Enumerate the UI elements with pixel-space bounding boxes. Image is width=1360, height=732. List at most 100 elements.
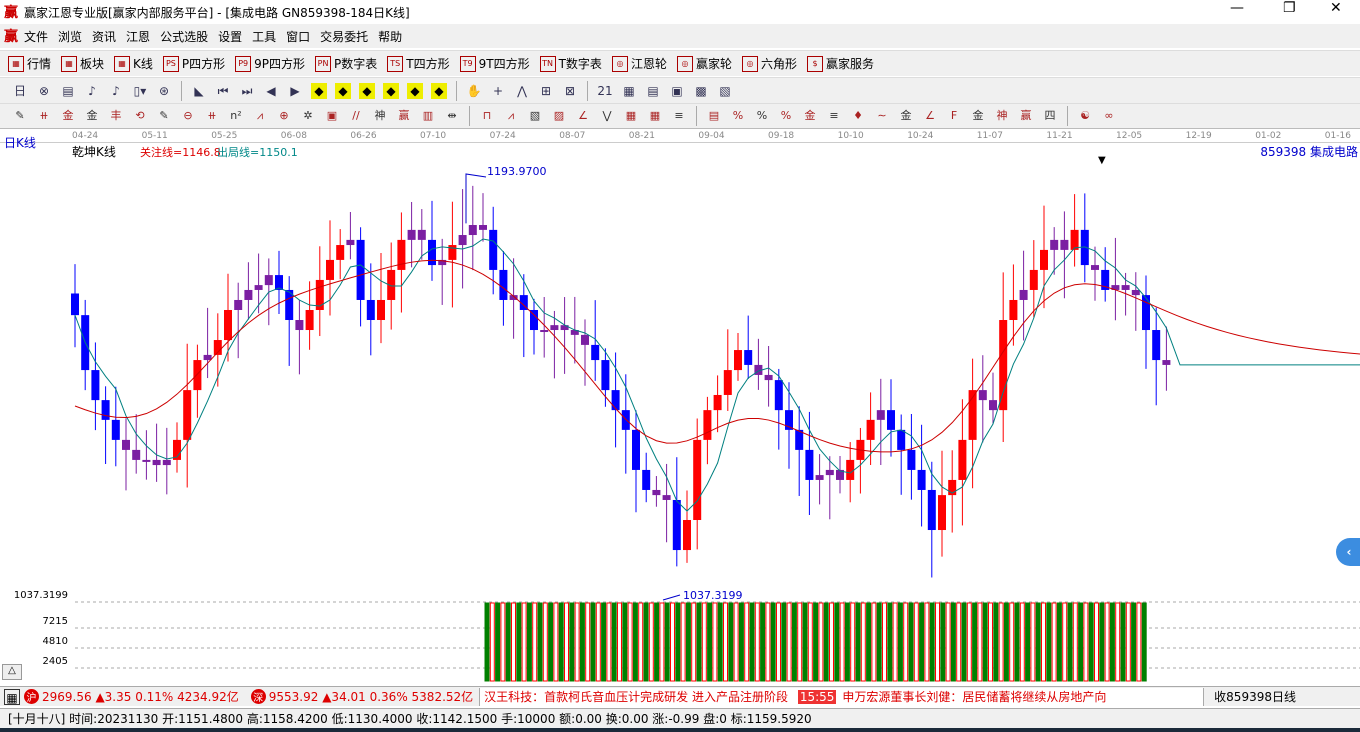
news-item[interactable]: 申万宏源董事长刘健：居民储蓄将继续从房地产向: [842, 690, 1106, 704]
draw-tool-42-icon[interactable]: 四: [1042, 108, 1058, 124]
draw-tool-13-icon[interactable]: ▣: [324, 108, 340, 124]
menu-item[interactable]: 资讯: [92, 28, 116, 45]
maximize-button[interactable]: ❐: [1283, 0, 1296, 16]
tool-13-icon[interactable]: ◆: [335, 82, 351, 99]
menu-item[interactable]: 交易委托: [320, 28, 368, 45]
tool-7-icon[interactable]: ◣: [191, 83, 207, 99]
tool-25-icon[interactable]: ▤: [645, 83, 661, 99]
draw-tool-35-icon[interactable]: ∼: [874, 108, 890, 124]
tool-12-icon[interactable]: ◆: [311, 82, 327, 99]
draw-tool-20-icon[interactable]: ⩘: [503, 108, 519, 124]
toolbar-button[interactable]: $ 赢家服务: [806, 55, 874, 72]
draw-tool-8-icon[interactable]: ⧺: [204, 108, 220, 124]
toolbar-button[interactable]: TS T四方形: [387, 55, 450, 72]
draw-tool-28-icon[interactable]: ▤: [706, 108, 722, 124]
tool-3-icon[interactable]: ♪: [84, 83, 100, 99]
draw-tool-23-icon[interactable]: ∠: [575, 108, 591, 124]
toolbar-button[interactable]: ▦ 板块: [61, 55, 104, 72]
draw-tool-39-icon[interactable]: 金: [970, 108, 986, 124]
tool-18-icon[interactable]: ✋: [466, 83, 482, 99]
draw-tool-26-icon[interactable]: ▦: [647, 108, 663, 124]
tool-22-icon[interactable]: ⊠: [562, 83, 578, 99]
tool-5-icon[interactable]: ▯▾: [132, 83, 148, 99]
draw-tool-43-icon[interactable]: ☯: [1077, 108, 1093, 124]
tool-0-icon[interactable]: 日▾: [12, 83, 28, 114]
tool-14-icon[interactable]: ◆: [359, 82, 375, 99]
draw-tool-36-icon[interactable]: 金: [898, 108, 914, 124]
collapse-panel-button[interactable]: ‹: [1336, 538, 1360, 566]
draw-tool-15-icon[interactable]: 神: [372, 108, 388, 124]
draw-tool-7-icon[interactable]: ⊖: [180, 108, 196, 124]
draw-tool-37-icon[interactable]: ∠: [922, 108, 938, 124]
draw-tool-40-icon[interactable]: 神: [994, 108, 1010, 124]
menu-item[interactable]: 浏览: [58, 28, 82, 45]
tool-20-icon[interactable]: ⋀: [514, 83, 530, 99]
news-ticker[interactable]: 汉王科技：首款柯氏音血压计完成研发 进入产品注册阶段 15:55 申万宏源董事长刘…: [479, 687, 1205, 706]
draw-tool-11-icon[interactable]: ⊕: [276, 108, 292, 124]
draw-tool-38-icon[interactable]: F: [946, 108, 962, 124]
tool-9-icon[interactable]: ⏭: [239, 83, 255, 99]
tool-6-icon[interactable]: ⊛: [156, 83, 172, 99]
draw-tool-5-icon[interactable]: ⟲: [132, 108, 148, 124]
toolbar-button[interactable]: ◎ 江恩轮: [611, 55, 667, 72]
toolbar-button[interactable]: PN P数字表: [315, 55, 377, 72]
draw-tool-1-icon[interactable]: ⧺: [36, 108, 52, 124]
draw-tool-3-icon[interactable]: 金: [84, 108, 100, 124]
tool-2-icon[interactable]: ▤: [60, 83, 76, 99]
draw-tool-12-icon[interactable]: ✲: [300, 108, 316, 124]
draw-tool-30-icon[interactable]: %: [754, 108, 770, 124]
draw-tool-14-icon[interactable]: //: [348, 108, 364, 124]
news-item[interactable]: 汉王科技：首款柯氏音血压计完成研发 进入产品注册阶段: [484, 690, 788, 704]
toolbar-button[interactable]: TN T数字表: [539, 55, 602, 72]
draw-tool-10-icon[interactable]: ⩘: [252, 108, 268, 124]
draw-tool-16-icon[interactable]: 赢: [396, 108, 412, 124]
draw-tool-31-icon[interactable]: %: [778, 108, 794, 124]
tool-8-icon[interactable]: ⏮: [215, 83, 231, 99]
toolbar-button[interactable]: P9 9P四方形: [235, 55, 305, 72]
toolbar-button[interactable]: ▦ 行情: [8, 55, 51, 72]
draw-tool-22-icon[interactable]: ▨: [551, 108, 567, 124]
draw-tool-0-icon[interactable]: ✎: [12, 108, 28, 124]
draw-tool-6-icon[interactable]: ✎: [156, 108, 172, 124]
draw-tool-41-icon[interactable]: 赢: [1018, 108, 1034, 124]
menu-item[interactable]: 公式选股: [160, 28, 208, 45]
draw-tool-25-icon[interactable]: ▦: [623, 108, 639, 124]
draw-tool-18-icon[interactable]: ⇹: [444, 108, 460, 124]
menu-item[interactable]: 设置: [218, 28, 242, 45]
draw-tool-4-icon[interactable]: 丰: [108, 108, 124, 124]
tool-17-icon[interactable]: ◆: [431, 82, 447, 99]
tool-1-icon[interactable]: ⊗: [36, 83, 52, 99]
scroll-up-button[interactable]: △: [2, 664, 22, 680]
tool-19-icon[interactable]: +: [490, 83, 506, 99]
menu-item[interactable]: 文件: [24, 28, 48, 45]
draw-tool-24-icon[interactable]: ⋁: [599, 108, 615, 124]
toolbar-button[interactable]: ▦ K线: [114, 55, 153, 72]
toolbar-button[interactable]: ◎ 赢家轮: [676, 55, 732, 72]
toolbar-button[interactable]: ◎ 六角形: [741, 55, 797, 72]
tool-16-icon[interactable]: ◆: [407, 82, 423, 99]
toolbar-button[interactable]: T9 9T四方形: [459, 55, 530, 72]
draw-tool-17-icon[interactable]: ▥: [420, 108, 436, 124]
tool-11-icon[interactable]: ▶: [287, 83, 303, 99]
tool-21-icon[interactable]: ⊞: [538, 83, 554, 99]
minimize-button[interactable]: —: [1230, 0, 1244, 16]
tool-26-icon[interactable]: ▣: [669, 83, 685, 99]
tool-15-icon[interactable]: ◆: [383, 82, 399, 99]
draw-tool-19-icon[interactable]: ⊓: [479, 108, 495, 124]
menu-item[interactable]: 帮助: [378, 28, 402, 45]
draw-tool-2-icon[interactable]: 金: [60, 108, 76, 124]
draw-tool-33-icon[interactable]: ≡: [826, 108, 842, 124]
draw-tool-21-icon[interactable]: ▧: [527, 108, 543, 124]
tool-23-icon[interactable]: 21: [597, 83, 613, 99]
tool-4-icon[interactable]: ♪: [108, 83, 124, 99]
draw-tool-27-icon[interactable]: ≡: [671, 108, 687, 124]
toolbar-button[interactable]: PS P四方形: [162, 55, 225, 72]
tool-28-icon[interactable]: ▧: [717, 83, 733, 99]
draw-tool-44-icon[interactable]: ∞: [1101, 108, 1117, 124]
close-button[interactable]: ✕: [1330, 0, 1342, 16]
draw-tool-32-icon[interactable]: 金: [802, 108, 818, 124]
draw-tool-34-icon[interactable]: ♦: [850, 108, 866, 124]
tool-10-icon[interactable]: ◀: [263, 83, 279, 99]
draw-tool-29-icon[interactable]: %: [730, 108, 746, 124]
draw-tool-9-icon[interactable]: n²: [228, 108, 244, 124]
